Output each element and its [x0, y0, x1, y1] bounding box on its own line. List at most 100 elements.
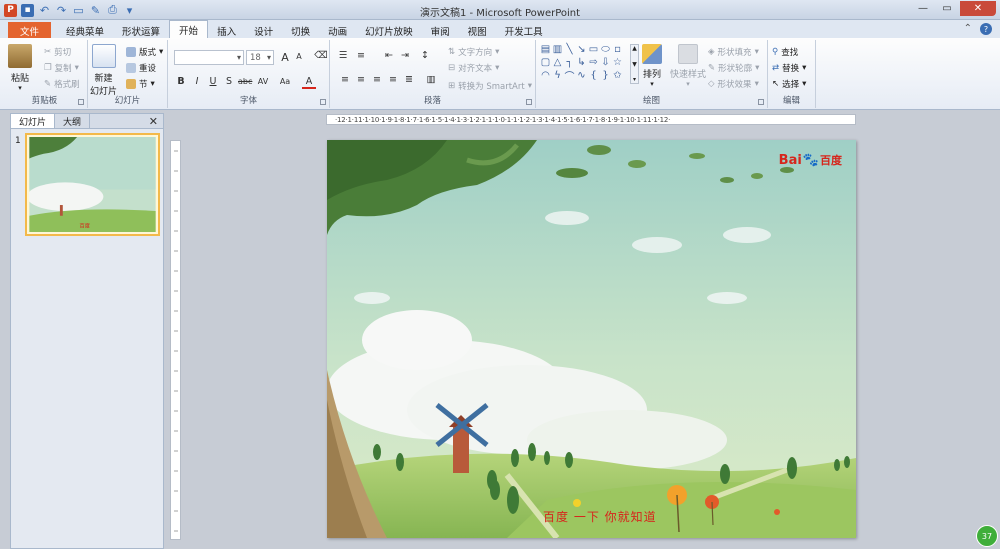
shape-lightning-icon[interactable]: ϟ [552, 70, 563, 81]
copy-button[interactable]: ❐ 复制 ▾ [44, 62, 79, 74]
shrink-font-button[interactable]: A [292, 52, 306, 61]
maximize-icon[interactable]: ▭ [936, 1, 958, 16]
bold-button[interactable]: B [174, 76, 188, 87]
tab-transitions[interactable]: 切换 [282, 22, 319, 39]
decrease-indent-icon[interactable]: ⇤ [382, 50, 396, 61]
increase-indent-icon[interactable]: ⇥ [398, 50, 412, 61]
pane-tab-outline[interactable]: 大纲 [55, 114, 91, 128]
find-button[interactable]: ⚲ 查找 [772, 46, 798, 58]
tab-developer[interactable]: 开发工具 [496, 22, 552, 39]
smartart-button[interactable]: ⊞ 转换为 SmartArt ▾ [448, 80, 532, 92]
shape-brace-left-icon[interactable]: { [588, 70, 599, 81]
pane-close-icon[interactable]: ✕ [149, 115, 158, 128]
help-icon[interactable]: ? [980, 23, 992, 35]
fill-bucket-icon: ◈ [708, 47, 715, 57]
shape-textbox-icon[interactable]: ▤ [540, 44, 551, 55]
font-size-combo[interactable]: 18 [246, 50, 274, 65]
shape-vtextbox-icon[interactable]: ▥ [552, 44, 563, 55]
vertical-ruler [170, 140, 181, 540]
shadow-button[interactable]: S [222, 76, 236, 87]
strikethrough-button[interactable]: abc [238, 77, 252, 86]
paste-button[interactable]: 粘贴 ▾ [8, 44, 32, 92]
bullets-icon[interactable]: ☰ [336, 50, 350, 61]
shape-star-icon[interactable]: ☆ [612, 57, 623, 68]
tab-classic-menu[interactable]: 经典菜单 [57, 22, 113, 39]
shape-effects-button[interactable]: ◇ 形状效果 ▾ [708, 78, 759, 90]
slide-thumbnail[interactable]: 百度 [25, 133, 160, 236]
tab-slideshow[interactable]: 幻灯片放映 [356, 22, 422, 39]
justify-icon[interactable]: ≡ [386, 74, 400, 85]
slide-caption-text[interactable]: 百度 一下 你就知道 [543, 508, 657, 525]
new-slide-button[interactable]: 新建 幻灯片 [90, 44, 117, 97]
shape-curve-icon[interactable]: ⌒ [564, 70, 575, 83]
notification-badge[interactable]: 37 [976, 525, 998, 547]
tab-animations[interactable]: 动画 [319, 22, 356, 39]
quick-styles-button[interactable]: 快速样式 ▾ [670, 44, 706, 88]
tab-view[interactable]: 视图 [459, 22, 496, 39]
underline-button[interactable]: U [206, 76, 220, 87]
clipboard-launcher-icon[interactable] [78, 99, 84, 105]
change-case-button[interactable]: Aa [278, 77, 292, 86]
shape-curve2-icon[interactable]: ∿ [576, 70, 587, 81]
shape-brace-right-icon[interactable]: } [600, 70, 611, 81]
tab-home[interactable]: 开始 [169, 20, 209, 39]
tab-file[interactable]: 文件 [8, 22, 52, 39]
text-direction-button[interactable]: ⇅ 文字方向 ▾ [448, 46, 499, 58]
clear-format-icon[interactable]: ⌫ [314, 50, 328, 61]
font-color-button[interactable]: A [302, 76, 316, 89]
pane-tab-slides[interactable]: 幻灯片 [11, 114, 56, 128]
pane-tabs: 幻灯片 大纲 ✕ [11, 114, 163, 129]
minimize-icon[interactable]: — [912, 1, 934, 16]
shape-oval-icon[interactable]: ⬭ [600, 44, 611, 55]
shape-elbow-arrow-icon[interactable]: ↳ [576, 57, 587, 68]
shapes-gallery-scroll[interactable]: ▲ ▼ ▾ [630, 44, 639, 84]
horizontal-ruler: ·12·1·11·1·10·1·9·1·8·1·7·1·6·1·5·1·4·1·… [326, 114, 856, 125]
distribute-icon[interactable]: ≣ [402, 74, 416, 85]
tab-design[interactable]: 设计 [245, 22, 282, 39]
shape-rounded-rect-icon[interactable]: ▢ [540, 57, 551, 68]
shape-more-icon[interactable]: ▫ [612, 44, 623, 55]
font-launcher-icon[interactable] [320, 99, 326, 105]
shape-fill-button[interactable]: ◈ 形状填充 ▾ [708, 46, 759, 58]
columns-icon[interactable]: ▥ [424, 74, 438, 85]
close-icon[interactable]: ✕ [960, 1, 996, 16]
shape-callout-icon[interactable]: ◠ [540, 70, 551, 81]
shape-line-icon[interactable]: ╲ [564, 44, 575, 55]
line-spacing-icon[interactable]: ↕ [418, 50, 432, 61]
section-icon [126, 79, 136, 89]
align-center-icon[interactable]: ≡ [354, 74, 368, 85]
arrange-button[interactable]: 排列 ▾ [642, 44, 662, 88]
drawing-launcher-icon[interactable] [758, 99, 764, 105]
align-right-icon[interactable]: ≡ [370, 74, 384, 85]
shape-triangle-icon[interactable]: △ [552, 57, 563, 68]
shape-right-arrow-icon[interactable]: ⇨ [588, 57, 599, 68]
reset-button[interactable]: 重设 [126, 62, 156, 74]
ribbon-minimize-icon[interactable]: ⌃ [964, 23, 972, 35]
grow-font-button[interactable]: A [278, 51, 292, 64]
shape-elbow-icon[interactable]: ┐ [564, 57, 575, 68]
tab-shape-ops[interactable]: 形状运算 [113, 22, 169, 39]
replace-button[interactable]: ⇄ 替换 ▾ [772, 62, 806, 74]
tab-review[interactable]: 审阅 [422, 22, 459, 39]
shape-rect-icon[interactable]: ▭ [588, 44, 599, 55]
numbering-icon[interactable]: ≡ [354, 50, 368, 61]
select-button[interactable]: ↖ 选择 ▾ [772, 78, 806, 90]
shapes-gallery[interactable]: ▤ ▥ ╲ ↘ ▭ ⬭ ▫ ▢ △ ┐ ↳ ⇨ ⇩ ☆ ◠ ϟ ⌒ ∿ { } … [540, 44, 628, 83]
cut-button[interactable]: ✂ 剪切 [44, 46, 71, 58]
align-left-icon[interactable]: ≡ [338, 74, 352, 85]
slide-canvas[interactable]: Bai 🐾 百度 百度 一下 你就知道 [327, 140, 856, 538]
italic-button[interactable]: I [190, 76, 204, 87]
paragraph-launcher-icon[interactable] [526, 99, 532, 105]
shape-down-arrow-icon[interactable]: ⇩ [600, 57, 611, 68]
shape-outline-button[interactable]: ✎ 形状轮廓 ▾ [708, 62, 759, 74]
layout-button[interactable]: 版式 ▾ [126, 46, 163, 58]
char-spacing-button[interactable]: AV [256, 77, 270, 86]
align-text-button[interactable]: ⊟ 对齐文本 ▾ [448, 62, 499, 74]
shape-arrow-line-icon[interactable]: ↘ [576, 44, 587, 55]
section-button[interactable]: 节 ▾ [126, 78, 155, 90]
font-name-combo[interactable] [174, 50, 244, 65]
tab-insert[interactable]: 插入 [208, 22, 245, 39]
format-painter-button[interactable]: ✎ 格式刷 [44, 78, 80, 90]
shape-star2-icon[interactable]: ✩ [612, 70, 623, 81]
thumbnail-landscape: 百度 [26, 137, 156, 232]
